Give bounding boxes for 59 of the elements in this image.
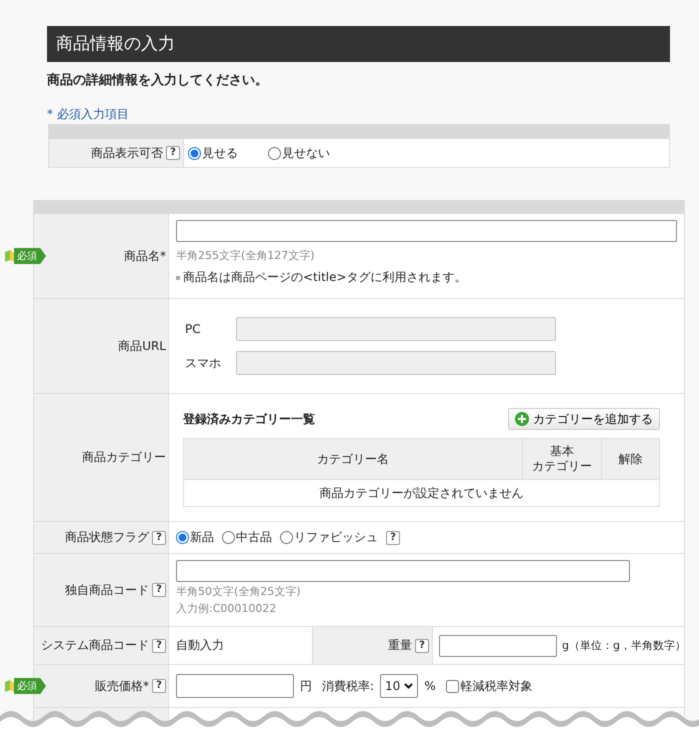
url-label: PC (185, 322, 202, 336)
hint-text: 入力例:C00010022 (176, 601, 278, 616)
help-button[interactable]: ? (152, 530, 166, 544)
help-button[interactable]: ? (152, 583, 166, 597)
add-category-button[interactable]: カテゴリーを追加する (508, 408, 660, 430)
help-button[interactable]: ? (166, 146, 180, 160)
field-label: 商品URL (118, 338, 166, 354)
field-label: 独自商品コード (65, 582, 149, 598)
field-label: 商品名* (124, 248, 166, 264)
section-heading: 登録済みカテゴリー一覧 (183, 410, 315, 428)
hint-text: 半角255文字(全角127文字) (176, 248, 316, 263)
radio-button[interactable] (188, 146, 201, 160)
field-label: 商品状態フラグ (65, 529, 149, 546)
empty-message: 商品カテゴリーが設定されていません (184, 480, 660, 506)
field-label: システム商品コード (41, 637, 149, 654)
tax-rate-select[interactable]: 10 (380, 674, 418, 698)
input-field[interactable] (176, 674, 294, 698)
help-button[interactable]: ? (152, 679, 166, 693)
plus-icon (515, 412, 529, 426)
radio-label: 見せない (282, 144, 330, 162)
note-text: 商品名は商品ページの<title>タグに利用されます。 (183, 269, 467, 286)
required-badge: 必須 (14, 678, 46, 694)
hint-text: 半角50文字(全角25文字) (176, 584, 302, 599)
field-label: 商品表示可否 (91, 144, 163, 162)
radio-label: 中古品 (236, 529, 272, 546)
help-button[interactable]: ? (415, 638, 429, 652)
unit-text: 円 (300, 678, 312, 694)
checkbox[interactable] (446, 680, 459, 692)
column-header: 解除 (618, 452, 644, 466)
radio-label: リファビッシュ (294, 529, 378, 546)
unit-text: g（単位：g，半角数字） (562, 638, 686, 653)
column-header: カテゴリー (531, 459, 593, 474)
field-label: 商品カテゴリー (82, 449, 166, 466)
input-field[interactable] (439, 634, 557, 656)
radio-label: 新品 (190, 529, 214, 546)
unit-text: % (424, 679, 436, 693)
field-label: 販売価格* (95, 678, 149, 694)
column-header: カテゴリー名 (316, 452, 390, 466)
page-subtitle: 商品の詳細情報を入力してください。 (47, 72, 269, 89)
field-value: 自動入力 (176, 637, 224, 654)
radio-button[interactable] (268, 146, 281, 160)
radio-label: 見せる (202, 144, 238, 162)
page-title: 商品情報の入力 (47, 26, 670, 62)
required-note: * 必須入力項目 (47, 106, 130, 123)
bullet-icon (176, 276, 180, 280)
column-header: 基本 (549, 444, 575, 459)
radio-button[interactable] (176, 531, 189, 544)
radio-button[interactable] (280, 531, 293, 544)
checkbox-label: 軽減税率対象 (460, 678, 533, 694)
field-label: 重量 (388, 637, 412, 654)
input-field[interactable] (176, 560, 630, 582)
field-label: 消費税率: (322, 678, 374, 694)
chevron-icon (404, 683, 414, 689)
input-field[interactable] (176, 220, 677, 242)
help-button[interactable]: ? (152, 638, 166, 652)
help-button[interactable]: ? (386, 530, 400, 544)
radio-button[interactable] (222, 531, 235, 544)
required-badge: 必須 (14, 248, 46, 264)
url-label: スマホ (185, 354, 222, 372)
